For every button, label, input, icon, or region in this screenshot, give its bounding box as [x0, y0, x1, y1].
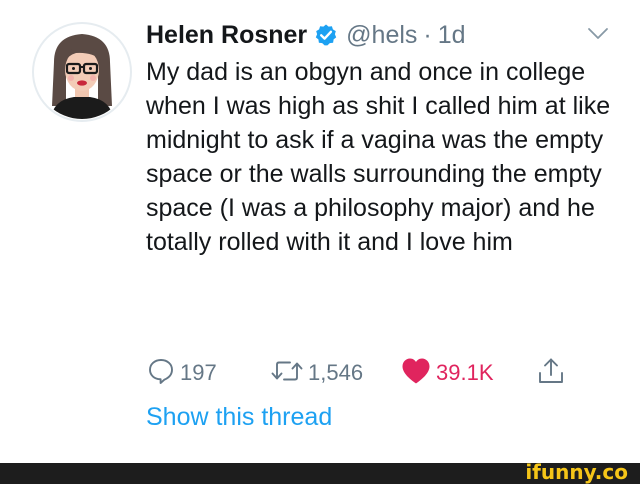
retweet-button[interactable]: 1,546 [270, 356, 363, 390]
retweet-count: 1,546 [308, 360, 364, 385]
ifunny-watermark: ifunny.co [525, 460, 628, 484]
header-separator: · [423, 20, 432, 49]
show-thread-link[interactable]: Show this thread [146, 403, 332, 432]
tweet-timestamp[interactable]: 1d [438, 21, 466, 50]
reply-count: 197 [180, 360, 217, 385]
like-button[interactable]: 39.1K [400, 356, 494, 390]
share-icon [536, 356, 566, 391]
tweet-header: Helen Rosner @hels · 1d [146, 18, 466, 52]
user-handle[interactable]: @hels [346, 21, 417, 50]
tweet-actions: 197 1,546 39.1K [146, 356, 576, 390]
reply-button[interactable]: 197 [146, 356, 217, 390]
tweet-card: Helen Rosner @hels · 1d My dad is an obg… [0, 0, 640, 463]
share-button[interactable] [536, 356, 566, 390]
chevron-down-icon[interactable] [586, 26, 610, 47]
verified-badge-icon [314, 23, 338, 47]
avatar[interactable] [32, 22, 132, 122]
retweet-icon [270, 356, 304, 391]
like-count: 39.1K [436, 360, 494, 385]
tweet-text: My dad is an obgyn and once in college w… [146, 58, 611, 256]
reply-icon [146, 356, 176, 391]
display-name[interactable]: Helen Rosner [146, 21, 307, 50]
heart-icon [400, 356, 432, 391]
watermark-bar: ifunny.co [0, 460, 640, 484]
